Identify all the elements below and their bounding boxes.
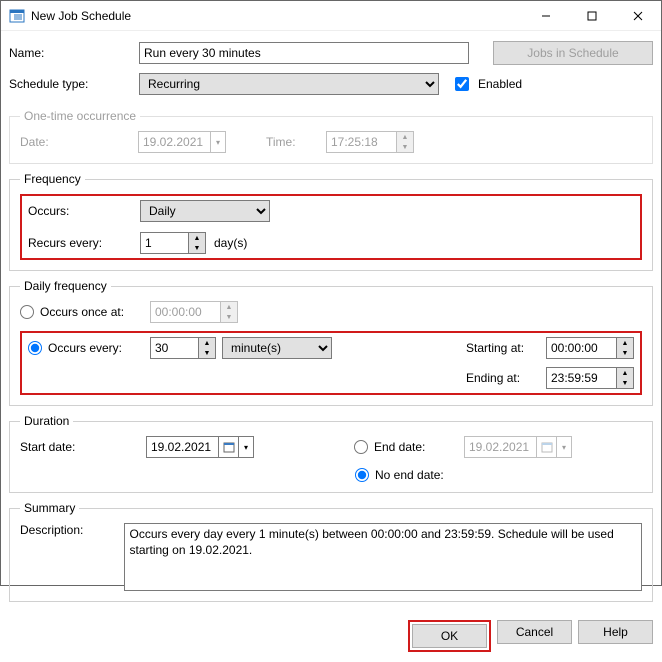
daily-frequency-legend: Daily frequency: [20, 279, 111, 293]
app-icon: [9, 8, 25, 24]
summary-legend: Summary: [20, 501, 79, 515]
help-button[interactable]: Help: [578, 620, 653, 644]
onetime-group: One-time occurrence Date: ▾ Time: ▲▼: [9, 109, 653, 164]
occurs-every-spinner[interactable]: ▲▼: [150, 337, 216, 359]
maximize-button[interactable]: [569, 1, 615, 31]
occurs-once-label: Occurs once at:: [40, 305, 124, 319]
schedule-type-select[interactable]: Recurring: [139, 73, 439, 95]
summary-group: Summary Description: Occurs every day ev…: [9, 501, 653, 602]
end-date-picker: ▾: [464, 436, 572, 458]
chevron-down-icon: ▾: [556, 436, 572, 458]
description-label: Description:: [20, 523, 124, 537]
no-end-date-label: No end date:: [375, 468, 444, 482]
ending-at-label: Ending at:: [466, 371, 546, 385]
titlebar: New Job Schedule: [1, 1, 661, 31]
close-button[interactable]: [615, 1, 661, 31]
enabled-label: Enabled: [478, 77, 522, 91]
window-title: New Job Schedule: [31, 9, 523, 23]
starting-at-label: Starting at:: [466, 341, 546, 355]
duration-group: Duration Start date: ▾ End date: ▾: [9, 414, 653, 493]
jobs-in-schedule-button[interactable]: Jobs in Schedule: [493, 41, 653, 65]
occurs-select[interactable]: Daily: [140, 200, 270, 222]
onetime-date-label: Date:: [20, 135, 138, 149]
spinner-up-icon[interactable]: ▲: [189, 233, 205, 243]
occurs-once-radio[interactable]: [20, 305, 34, 319]
end-date-radio[interactable]: [354, 440, 368, 454]
no-end-date-radio[interactable]: [355, 468, 369, 482]
days-unit-label: day(s): [214, 236, 247, 250]
onetime-date-picker: ▾: [138, 131, 226, 153]
recurs-every-label: Recurs every:: [28, 236, 140, 250]
occurs-every-highlight: Occurs every: ▲▼ minute(s) Starting at: …: [20, 331, 642, 395]
end-date-label: End date:: [374, 440, 425, 454]
description-textarea[interactable]: Occurs every day every 1 minute(s) betwe…: [124, 523, 642, 591]
ok-button[interactable]: OK: [412, 624, 487, 648]
occurs-every-label: Occurs every:: [48, 341, 122, 355]
calendar-icon: [536, 436, 556, 458]
onetime-time-spinner: ▲▼: [326, 131, 414, 153]
chevron-down-icon[interactable]: ▾: [238, 436, 254, 458]
occurs-every-unit-select[interactable]: minute(s): [222, 337, 332, 359]
occurs-every-radio[interactable]: [28, 341, 42, 355]
occurs-label: Occurs:: [28, 204, 140, 218]
frequency-highlight: Occurs: Daily Recurs every: ▲▼ day(s): [20, 194, 642, 260]
ending-at-spinner[interactable]: ▲▼: [546, 367, 634, 389]
enabled-checkbox-wrap: Enabled: [451, 74, 522, 94]
minimize-button[interactable]: [523, 1, 569, 31]
name-label: Name:: [9, 46, 139, 60]
ok-highlight: OK: [408, 620, 491, 652]
start-date-label: Start date:: [20, 440, 146, 454]
duration-legend: Duration: [20, 414, 73, 428]
cancel-button[interactable]: Cancel: [497, 620, 572, 644]
onetime-time-label: Time:: [266, 135, 326, 149]
spinner-down-icon[interactable]: ▼: [189, 243, 205, 253]
occurs-once-time-spinner: ▲▼: [150, 301, 238, 323]
recurs-every-spinner[interactable]: ▲▼: [140, 232, 206, 254]
starting-at-spinner[interactable]: ▲▼: [546, 337, 634, 359]
daily-frequency-group: Daily frequency Occurs once at: ▲▼ Occur…: [9, 279, 653, 406]
name-input[interactable]: [139, 42, 469, 64]
enabled-checkbox[interactable]: [455, 77, 469, 91]
start-date-picker[interactable]: ▾: [146, 436, 254, 458]
calendar-icon[interactable]: [218, 436, 238, 458]
chevron-down-icon: ▾: [210, 131, 226, 153]
frequency-group: Frequency Occurs: Daily Recurs every: ▲▼…: [9, 172, 653, 271]
dialog-footer: OK Cancel Help: [1, 612, 661, 662]
schedule-type-label: Schedule type:: [9, 77, 139, 91]
onetime-legend: One-time occurrence: [20, 109, 140, 123]
frequency-legend: Frequency: [20, 172, 85, 186]
